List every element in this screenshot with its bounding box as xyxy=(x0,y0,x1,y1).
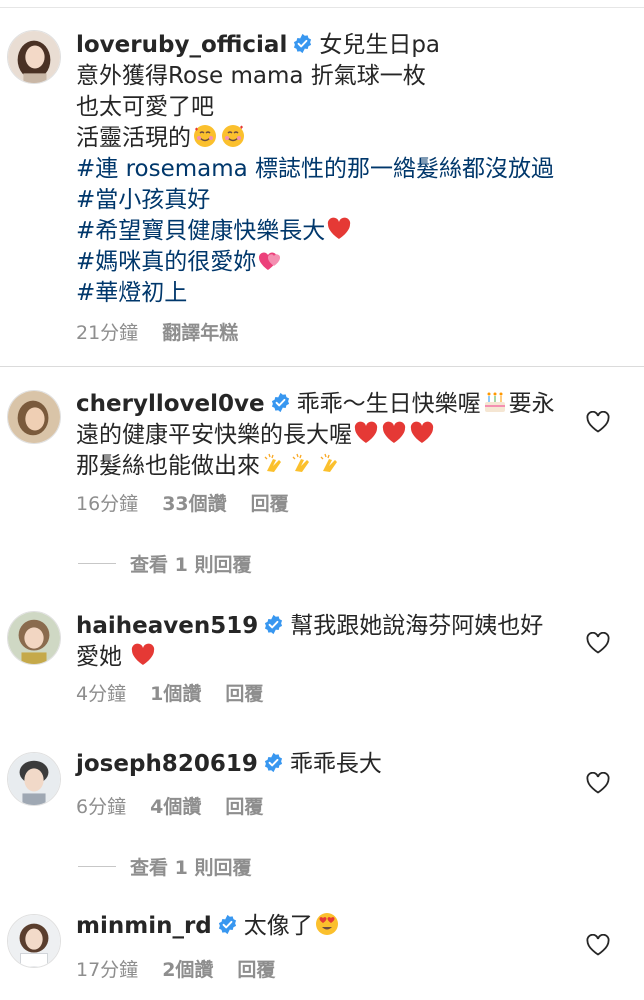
like-heart-icon[interactable] xyxy=(586,411,610,433)
comment-body: haiheaven519 幫我跟她說海芬阿姨也好 愛她 xyxy=(76,611,574,673)
caption-line: 也太可愛了吧 xyxy=(76,94,214,120)
verified-icon xyxy=(292,33,313,54)
comment-text: 那髮絲也能做出來 xyxy=(76,453,260,479)
view-replies-label: 查看 1 則回覆 xyxy=(130,857,252,879)
timestamp: 17分鐘 xyxy=(76,959,139,981)
comment-meta: 16分鐘 33個讚 回覆 xyxy=(76,489,313,516)
comment-text: 幫我跟她說海芬阿姨也好 xyxy=(290,613,544,639)
like-heart-icon[interactable] xyxy=(586,772,610,794)
avatar[interactable] xyxy=(7,914,61,968)
view-replies-button[interactable]: 查看 1 則回覆 xyxy=(78,550,251,577)
hashtag-link[interactable]: #媽咪真的很愛妳 xyxy=(76,249,256,275)
comment-meta: 4分鐘 1個讚 回覆 xyxy=(76,679,287,706)
caption-first-line: 女兒生日pa xyxy=(319,32,441,58)
smiling-face-with-hearts-icon xyxy=(192,123,218,149)
timestamp: 21分鐘 xyxy=(76,322,139,344)
comment-meta: 6分鐘 4個讚 回覆 xyxy=(76,792,287,819)
post-caption: loveruby_official 女兒生日pa 意外獲得Rose mama 折氣… xyxy=(0,8,644,367)
heart-eyes-icon xyxy=(314,911,340,937)
like-count[interactable]: 1個讚 xyxy=(150,679,201,706)
view-replies-label: 查看 1 則回覆 xyxy=(130,554,252,576)
caption-meta: 21分鐘 翻譯年糕 xyxy=(76,318,262,345)
comment-text: 愛她 xyxy=(76,644,122,670)
avatar[interactable] xyxy=(7,752,61,806)
comment-item: minmin_rd 太像了 17分鐘 2個讚 回覆 xyxy=(0,899,644,1000)
view-replies-button[interactable]: 查看 1 則回覆 xyxy=(78,853,251,880)
avatar-photo xyxy=(8,391,60,443)
like-heart-icon[interactable] xyxy=(586,632,610,654)
verified-icon xyxy=(263,614,284,635)
divider-dash xyxy=(78,563,116,564)
divider-dash xyxy=(78,866,116,867)
username[interactable]: loveruby_official xyxy=(76,32,287,58)
reply-button[interactable]: 回覆 xyxy=(225,679,263,706)
caption-body: loveruby_official 女兒生日pa 意外獲得Rose mama 折氣… xyxy=(76,30,624,309)
comment-body: minmin_rd 太像了 xyxy=(76,911,574,942)
username[interactable]: haiheaven519 xyxy=(76,613,258,639)
clapping-hands-icon xyxy=(261,451,287,477)
clapping-hands-icon xyxy=(289,451,315,477)
red-heart-icon xyxy=(409,420,435,446)
comment-text: 遠的健康平安快樂的長大喔 xyxy=(76,422,352,448)
avatar-photo xyxy=(8,915,60,967)
username[interactable]: cheryllovel0ve xyxy=(76,391,265,417)
avatar[interactable] xyxy=(7,30,61,84)
comment-text: 乖乖長大 xyxy=(289,751,382,777)
comment-text: 太像了 xyxy=(243,913,313,939)
hashtag-link[interactable]: #當小孩真好 xyxy=(76,185,624,216)
comment-body: joseph820619 乖乖長大 xyxy=(76,749,574,780)
timestamp: 16分鐘 xyxy=(76,493,139,515)
avatar[interactable] xyxy=(7,611,61,665)
sparkling-heart-icon xyxy=(257,247,283,273)
avatar-photo xyxy=(8,753,60,805)
birthday-cake-icon xyxy=(482,389,508,415)
timestamp: 4分鐘 xyxy=(76,683,127,705)
avatar-photo xyxy=(8,612,60,664)
hashtag-link[interactable]: #希望寶貝健康快樂長大 xyxy=(76,218,325,244)
verified-icon xyxy=(270,392,291,413)
translate-button[interactable]: 翻譯年糕 xyxy=(162,318,238,345)
caption-line: 活靈活現的 xyxy=(76,125,191,151)
comment-text: 要永 xyxy=(508,391,555,417)
comment-body: cheryllovel0ve 乖乖～生日快樂喔 要永 遠的健康平安快樂的長大喔 那髮… xyxy=(76,389,574,482)
clapping-hands-icon xyxy=(317,451,343,477)
username[interactable]: joseph820619 xyxy=(76,751,258,777)
like-heart-icon[interactable] xyxy=(586,934,610,956)
comment-item: joseph820619 乖乖長大 6分鐘 4個讚 回覆 查看 1 則回覆 xyxy=(0,719,644,899)
red-heart-icon xyxy=(381,420,407,446)
hashtag-link[interactable]: #華燈初上 xyxy=(76,278,624,309)
timestamp: 6分鐘 xyxy=(76,796,127,818)
hashtag-link[interactable]: #連 rosemama 標誌性的那一綹髮絲都沒放過 xyxy=(76,154,624,185)
comment-meta: 17分鐘 2個讚 回覆 xyxy=(76,955,299,982)
comment-text: 乖乖～生日快樂喔 xyxy=(296,391,481,417)
reply-button[interactable]: 回覆 xyxy=(225,792,263,819)
caption-line: 意外獲得Rose mama 折氣球一枚 xyxy=(76,63,426,89)
comment-item: cheryllovel0ve 乖乖～生日快樂喔 要永 遠的健康平安快樂的長大喔 那髮… xyxy=(0,367,644,589)
like-count[interactable]: 33個讚 xyxy=(162,489,226,516)
username[interactable]: minmin_rd xyxy=(76,913,212,939)
red-heart-icon xyxy=(130,642,156,668)
verified-icon xyxy=(263,752,284,773)
like-count[interactable]: 4個讚 xyxy=(150,792,201,819)
reply-button[interactable]: 回覆 xyxy=(251,489,289,516)
like-count[interactable]: 2個讚 xyxy=(162,955,213,982)
avatar-photo xyxy=(8,31,60,83)
red-heart-icon xyxy=(353,420,379,446)
reply-button[interactable]: 回覆 xyxy=(237,955,275,982)
verified-icon xyxy=(217,914,238,935)
top-divider xyxy=(0,0,644,8)
comment-item: haiheaven519 幫我跟她說海芬阿姨也好 愛她 4分鐘 1個讚 回覆 xyxy=(0,589,644,719)
smiling-face-with-hearts-icon xyxy=(220,123,246,149)
avatar[interactable] xyxy=(7,390,61,444)
red-heart-icon xyxy=(326,216,352,242)
